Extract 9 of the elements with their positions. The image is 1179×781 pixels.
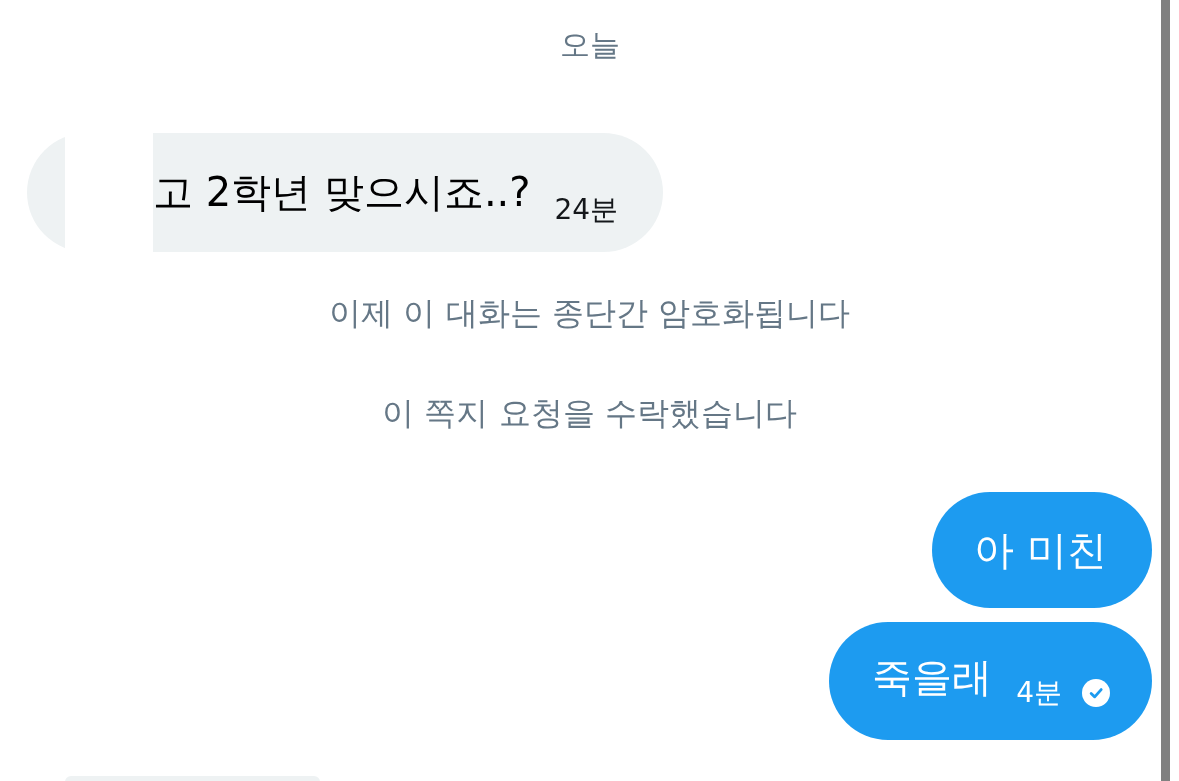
- message-text: 죽을래: [872, 653, 993, 701]
- message-text: 아 미친: [974, 526, 1107, 574]
- message-time: 4분: [1016, 677, 1062, 709]
- date-label: 오늘: [559, 26, 620, 64]
- system-message: 이 쪽지 요청을 수락했습니다: [382, 393, 797, 433]
- system-message: 이제 이 대화는 종단간 암호화됩니다: [329, 293, 850, 333]
- message-time: 24분: [554, 194, 619, 226]
- message-text: 고 2학년 맞으시죠..?: [153, 168, 531, 216]
- scrollbar[interactable]: [1161, 0, 1170, 781]
